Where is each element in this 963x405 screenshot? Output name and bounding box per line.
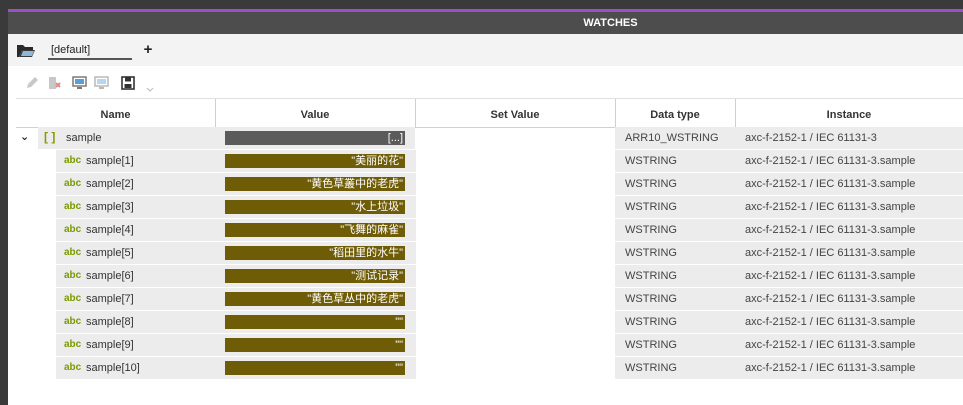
data-type: WSTRING — [625, 339, 677, 351]
variable-value[interactable]: [...] — [225, 131, 405, 145]
variable-value[interactable]: "" — [225, 315, 405, 329]
pencil-icon[interactable] — [24, 75, 40, 91]
monitor-import-icon[interactable] — [72, 75, 88, 91]
delete-variable-icon[interactable] — [46, 75, 62, 91]
data-type: WSTRING — [625, 293, 677, 305]
table-row[interactable]: abc sample[9] "" WSTRING axc-f-2152-1 / … — [16, 334, 963, 357]
column-header-set-value[interactable]: Set Value — [415, 99, 615, 127]
open-folder-icon[interactable] — [16, 41, 36, 59]
watch-rows: ⌄ [ ] sample [...] ARR10_WSTRING axc-f-2… — [16, 127, 963, 380]
table-row[interactable]: abc sample[8] "" WSTRING axc-f-2152-1 / … — [16, 311, 963, 334]
expander-icon[interactable]: ⌄ — [20, 130, 32, 144]
data-type: WSTRING — [625, 316, 677, 328]
column-header-instance[interactable]: Instance — [735, 99, 963, 127]
variable-name: sample[8] — [86, 316, 134, 328]
data-type: WSTRING — [625, 270, 677, 282]
column-header-value[interactable]: Value — [215, 99, 415, 127]
variable-name: sample[6] — [86, 270, 134, 282]
table-row[interactable]: abc sample[4] "飞舞的麻雀" WSTRING axc-f-2152… — [16, 219, 963, 242]
instance-path: axc-f-2152-1 / IEC 61131-3.sample — [745, 201, 916, 213]
instance-path: axc-f-2152-1 / IEC 61131-3 — [745, 132, 877, 144]
string-type-icon: abc — [64, 201, 82, 212]
variable-value[interactable]: "飞舞的麻雀" — [225, 223, 405, 237]
variable-value[interactable]: "美丽的花" — [225, 154, 405, 168]
variable-name: sample[5] — [86, 247, 134, 259]
data-type: WSTRING — [625, 155, 677, 167]
string-type-icon: abc — [64, 247, 82, 258]
variable-name: sample[1] — [86, 155, 134, 167]
string-type-icon: abc — [64, 270, 82, 281]
array-icon: [ ] — [44, 130, 56, 144]
instance-path: axc-f-2152-1 / IEC 61131-3.sample — [745, 247, 916, 259]
monitor-export-icon[interactable] — [94, 75, 110, 91]
string-type-icon: abc — [64, 293, 82, 304]
panel-header: WATCHES — [8, 12, 963, 34]
variable-value[interactable]: "" — [225, 338, 405, 352]
instance-path: axc-f-2152-1 / IEC 61131-3.sample — [745, 224, 916, 236]
data-type: WSTRING — [625, 362, 677, 374]
string-type-icon: abc — [64, 178, 82, 189]
variable-value[interactable]: "黄色草叢中的老虎" — [225, 177, 405, 191]
data-type: WSTRING — [625, 178, 677, 190]
table-row[interactable]: abc sample[10] "" WSTRING axc-f-2152-1 /… — [16, 357, 963, 380]
column-header-data-type[interactable]: Data type — [615, 99, 735, 127]
variable-name: sample[3] — [86, 201, 134, 213]
data-type: WSTRING — [625, 201, 677, 213]
grid-header: Name Value Set Value Data type Instance — [16, 98, 963, 128]
string-type-icon: abc — [64, 224, 82, 235]
table-row[interactable]: ⌄ [ ] sample [...] ARR10_WSTRING axc-f-2… — [16, 127, 963, 150]
data-type: WSTRING — [625, 224, 677, 236]
table-row[interactable]: abc sample[7] "黄色草丛中的老虎" WSTRING axc-f-2… — [16, 288, 963, 311]
instance-path: axc-f-2152-1 / IEC 61131-3.sample — [745, 155, 916, 167]
instance-path: axc-f-2152-1 / IEC 61131-3.sample — [745, 293, 916, 305]
instance-path: axc-f-2152-1 / IEC 61131-3.sample — [745, 178, 916, 190]
left-frame — [0, 0, 8, 405]
variable-value[interactable]: "稻田里的水牛" — [225, 246, 405, 260]
string-type-icon: abc — [64, 362, 82, 373]
variable-name: sample[2] — [86, 178, 134, 190]
string-type-icon: abc — [64, 316, 82, 327]
watch-tab-default[interactable]: [default] — [48, 41, 132, 60]
instance-path: axc-f-2152-1 / IEC 61131-3.sample — [745, 362, 916, 374]
variable-name: sample[9] — [86, 339, 134, 351]
variable-value[interactable]: "黄色草丛中的老虎" — [225, 292, 405, 306]
variable-value[interactable]: "水上垃圾" — [225, 200, 405, 214]
string-type-icon: abc — [64, 155, 82, 166]
table-row[interactable]: abc sample[3] "水上垃圾" WSTRING axc-f-2152-… — [16, 196, 963, 219]
table-row[interactable]: abc sample[6] "测试记录" WSTRING axc-f-2152-… — [16, 265, 963, 288]
table-row[interactable]: abc sample[2] "黄色草叢中的老虎" WSTRING axc-f-2… — [16, 173, 963, 196]
variable-value[interactable]: "" — [225, 361, 405, 375]
watch-tabs-bar: [default] + — [8, 34, 963, 66]
add-watch-tab-button[interactable]: + — [138, 41, 158, 60]
dropdown-arrow-icon[interactable] — [146, 82, 154, 92]
save-icon[interactable] — [120, 75, 136, 91]
variable-name: sample[4] — [86, 224, 134, 236]
watch-toolbar — [8, 66, 963, 98]
variable-name: sample[7] — [86, 293, 134, 305]
column-header-name[interactable]: Name — [16, 99, 215, 127]
string-type-icon: abc — [64, 339, 82, 350]
table-row[interactable]: abc sample[5] "稻田里的水牛" WSTRING axc-f-215… — [16, 242, 963, 265]
variable-name: sample — [66, 132, 102, 144]
table-row[interactable]: abc sample[1] "美丽的花" WSTRING axc-f-2152-… — [16, 150, 963, 173]
instance-path: axc-f-2152-1 / IEC 61131-3.sample — [745, 339, 916, 351]
data-type: ARR10_WSTRING — [625, 132, 719, 144]
variable-name: sample[10] — [86, 362, 140, 374]
data-type: WSTRING — [625, 247, 677, 259]
instance-path: axc-f-2152-1 / IEC 61131-3.sample — [745, 270, 916, 282]
instance-path: axc-f-2152-1 / IEC 61131-3.sample — [745, 316, 916, 328]
panel-title: WATCHES — [583, 17, 638, 29]
variable-value[interactable]: "测试记录" — [225, 269, 405, 283]
